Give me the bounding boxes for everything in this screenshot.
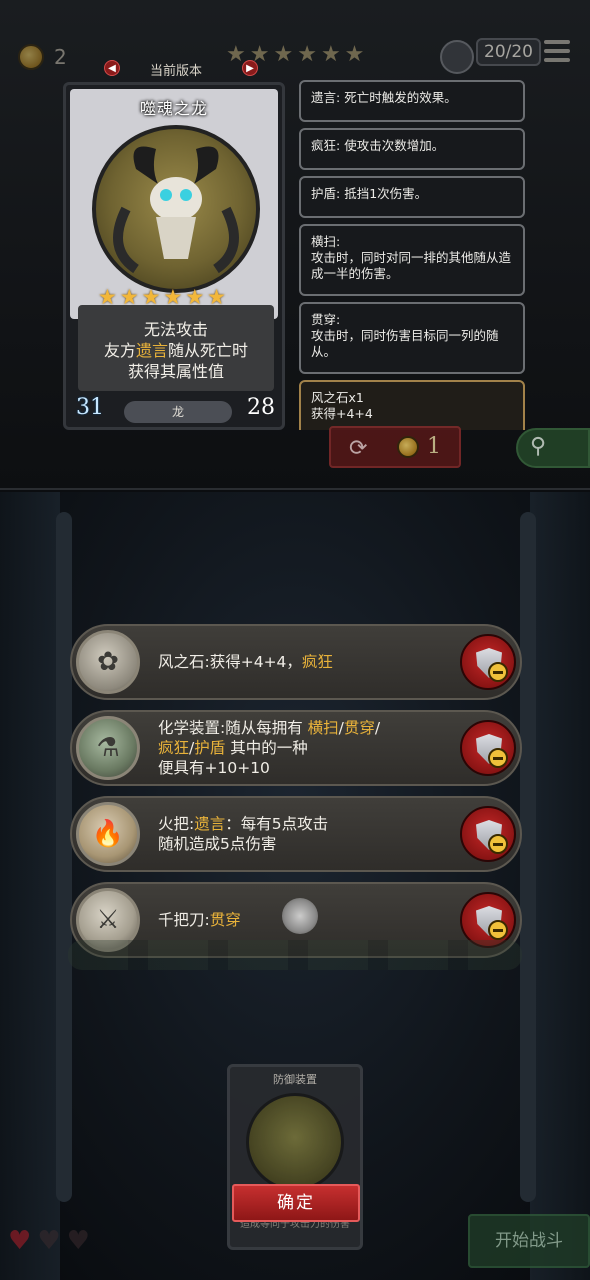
heart-icon: ♥	[37, 1226, 61, 1256]
heart-icon: ♥	[66, 1226, 90, 1256]
keyword-sweep-box: 横扫: 攻击时，同时对同一排的其他随从造成一半的伤害。	[299, 224, 525, 296]
minus-icon	[488, 748, 508, 768]
menu-icon[interactable]	[544, 40, 570, 64]
minion-card: 噬魂之龙 ★ ★ ★ ★ ★ ★ 无法攻击 友方遗言随从死亡时 获得其属性值 31	[63, 82, 285, 430]
prev-version-button[interactable]: ◀	[104, 60, 120, 76]
keyword-shield-box: 护盾: 抵挡1次伤害。	[299, 176, 525, 218]
coin-icon	[18, 44, 44, 70]
keyword-highlight: 护盾	[194, 739, 226, 757]
item-row-chemical-device[interactable]: ⚗ 化学装置:随从每拥有 横扫/贯穿/疯狂/护盾 其中的一种 便具有+10+10	[70, 710, 522, 786]
item-text-segment: /	[374, 719, 381, 737]
star-icon: ★	[297, 42, 317, 67]
item-text-segment: 随机造成5点伤害	[158, 835, 277, 853]
card-desc-line1: 无法攻击	[143, 320, 208, 339]
remove-item-button[interactable]	[460, 806, 516, 862]
item-text-segment: 其中的一种	[225, 739, 308, 757]
item-text-segment: 火把:	[158, 815, 195, 833]
wind-stone-icon: ✿	[76, 630, 140, 694]
item-text: 化学装置:随从每拥有 横扫/贯穿/疯狂/护盾 其中的一种 便具有+10+10	[158, 712, 448, 784]
touch-indicator	[282, 898, 318, 934]
item-row-wind-stone[interactable]: ✿ 风之石:获得+4+4，疯狂	[70, 624, 522, 700]
selected-card-preview: 防御装置 造成等同于攻击力的伤害	[227, 1064, 363, 1250]
star-icon: ★	[320, 42, 341, 67]
refresh-icon: ⟳	[349, 436, 368, 461]
torch-icon: 🔥	[76, 802, 140, 866]
item-text-segment: 化学装置:随从每拥有	[158, 719, 308, 737]
item-text-segment: 便具有+10+10	[158, 759, 270, 777]
card-desc-line3: 获得其属性值	[127, 362, 224, 381]
item-text: 风之石:获得+4+4，疯狂	[158, 626, 448, 698]
item-row-torch[interactable]: 🔥 火把:遗言：每有5点攻击随机造成5点伤害	[70, 796, 522, 872]
keyword-highlight: 疯狂	[158, 739, 190, 757]
chemical-device-icon: ⚗	[76, 716, 140, 780]
refresh-button[interactable]: ⟳ 1	[329, 426, 461, 468]
minus-icon	[488, 662, 508, 682]
start-battle-button[interactable]: 开始战斗	[468, 1214, 590, 1268]
tribe-label: 龙	[124, 401, 232, 423]
preview-card-name: 防御装置	[273, 1073, 317, 1086]
star-icon: ★	[273, 42, 294, 67]
keyword-highlight: 贯穿	[209, 911, 241, 929]
health-value: 28	[242, 395, 280, 429]
remove-item-button[interactable]	[460, 720, 516, 776]
item-text-segment: 风之石:获得+4+4，	[158, 653, 302, 671]
minion-capacity: 20/20	[440, 34, 541, 74]
minus-icon	[488, 920, 508, 940]
attack-value: 31	[76, 395, 114, 429]
card-desc-line2: 友方遗言随从死亡时	[103, 341, 249, 360]
capacity-text: 20/20	[476, 38, 541, 66]
wind-stone-buff-box: 风之石x1 获得+4+4	[299, 380, 525, 430]
coin-count: 2	[54, 45, 67, 69]
search-button[interactable]: ⚲	[516, 428, 590, 468]
hero-face-icon	[440, 40, 474, 74]
minus-icon	[488, 834, 508, 854]
keyword-highlight: 遗言	[194, 815, 226, 833]
coin-icon	[397, 436, 419, 458]
remove-item-button[interactable]	[460, 634, 516, 690]
item-text-segment: 千把刀:	[158, 911, 210, 929]
keyword-highlight: 横扫	[307, 719, 339, 737]
keyword-highlight: 疯狂	[301, 653, 333, 671]
confirm-button[interactable]: 确定	[232, 1184, 360, 1222]
coin-counter: 2	[18, 44, 67, 70]
dragon-portrait-image	[92, 125, 260, 293]
card-name: 噬魂之龙	[139, 99, 208, 118]
item-text: 火把:遗言：每有5点攻击随机造成5点伤害	[158, 798, 448, 870]
version-label: 当前版本	[150, 64, 203, 79]
star-icon: ★	[344, 42, 365, 67]
keyword-deathrattle: 遗言	[135, 341, 168, 360]
keyword-glossary: 遗言: 死亡时触发的效果。 疯狂: 使攻击次数增加。 护盾: 抵挡1次伤害。 横…	[299, 80, 525, 430]
keyword-frenzy-box: 疯狂: 使攻击次数增加。	[299, 128, 525, 170]
search-icon: ⚲	[530, 434, 547, 459]
board-slots	[68, 940, 522, 970]
item-text-segment: ：每有5点攻击	[225, 815, 329, 833]
lives: ♥ ♥ ♥	[8, 1228, 90, 1254]
keyword-highlight: 贯穿	[343, 719, 375, 737]
minion-detail-panel: 2 ★ ★ ★ ★ ★ ★ 20/20 ◀ 当前版本 ▶ 噬魂之龙 ★ ★ ★ …	[0, 0, 590, 490]
heart-icon: ♥	[8, 1226, 32, 1256]
card-description: 无法攻击 友方遗言随从死亡时 获得其属性值	[78, 305, 274, 391]
keyword-pierce-box: 贯穿: 攻击时，同时伤害目标同一列的随从。	[299, 302, 525, 374]
refresh-price: 1	[427, 434, 441, 459]
preview-card-art	[246, 1093, 344, 1191]
next-version-button[interactable]: ▶	[242, 60, 258, 76]
keyword-deathrattle-box: 遗言: 死亡时触发的效果。	[299, 80, 525, 122]
